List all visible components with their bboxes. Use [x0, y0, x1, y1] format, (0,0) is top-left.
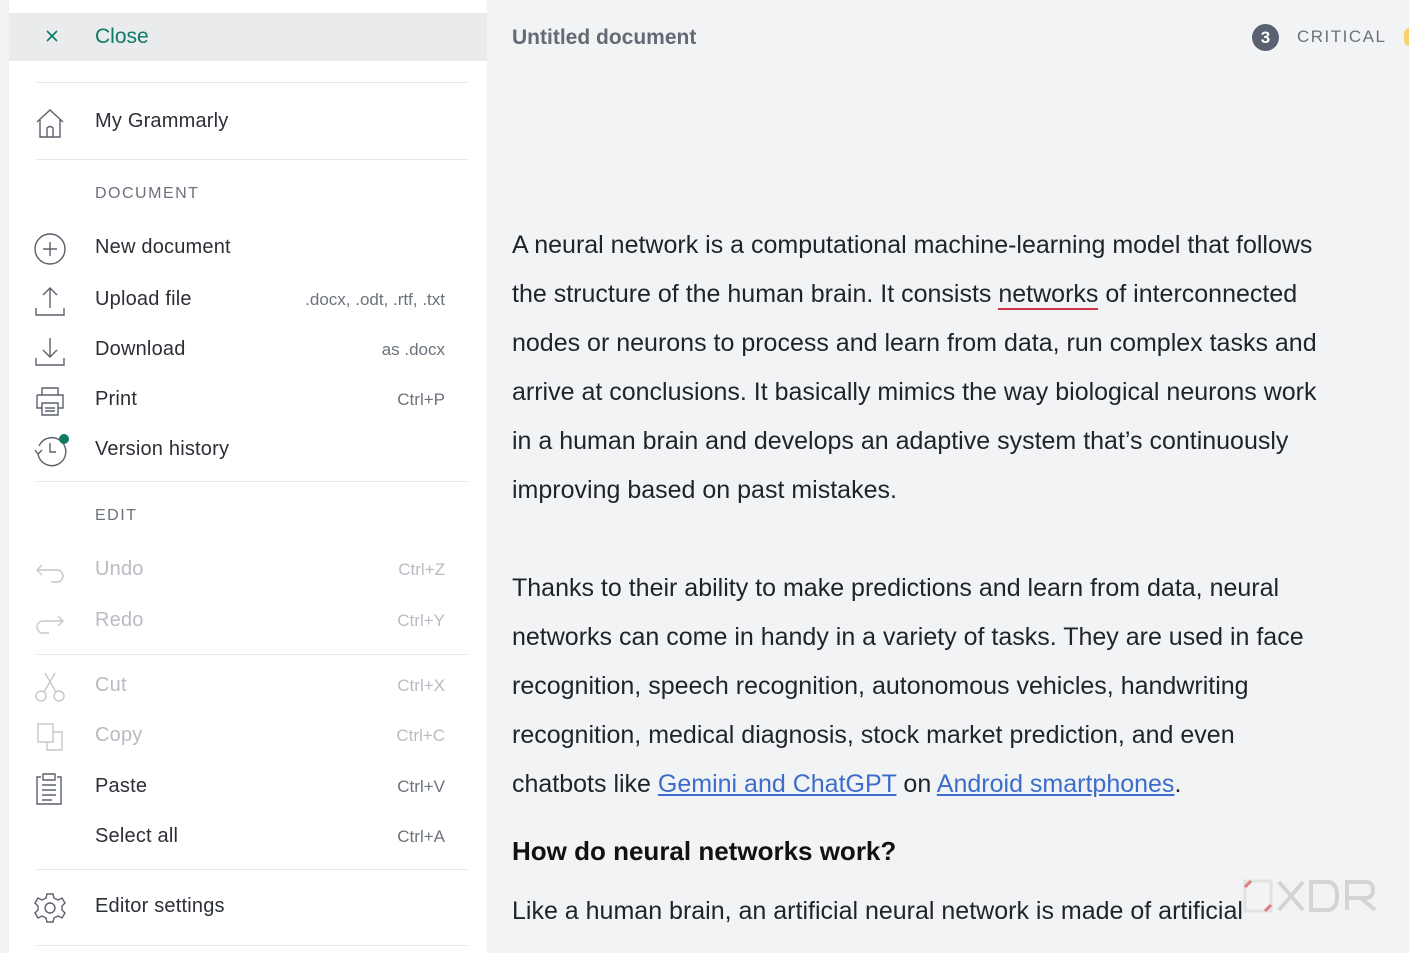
divider — [36, 481, 468, 482]
version-history-item[interactable]: Version history — [9, 428, 487, 472]
divider — [36, 159, 468, 160]
section-heading[interactable]: How do neural networks work? — [512, 836, 896, 867]
file-menu-panel: Close My Grammarly DOCUMENT New document… — [9, 0, 487, 953]
new-version-indicator — [59, 434, 69, 444]
document-editor[interactable]: Untitled document 3 CRITICAL A neural ne… — [487, 0, 1409, 953]
download-hint: as .docx — [381, 340, 445, 359]
link-gemini-chatgpt[interactable]: Gemini and ChatGPT — [658, 770, 897, 798]
text-segment: chatbots like — [512, 770, 658, 798]
select-all-label: Select all — [95, 825, 179, 847]
copy-hint: Ctrl+C — [396, 726, 445, 745]
print-item[interactable]: Print Ctrl+P — [9, 378, 487, 422]
section-edit-heading: EDIT — [95, 507, 138, 524]
editor-settings-label: Editor settings — [95, 895, 225, 917]
text-segment: of interconnected — [1098, 280, 1298, 308]
printer-icon — [36, 387, 64, 416]
text-line: improving based on past mistakes. — [512, 476, 897, 504]
my-grammarly-label: My Grammarly — [95, 110, 229, 132]
undo-item[interactable]: Undo Ctrl+Z — [9, 548, 487, 592]
text-segment: on — [896, 770, 937, 798]
text-line: recognition, speech recognition, autonom… — [512, 672, 1249, 700]
clipboard-icon — [36, 773, 62, 805]
copy-icon — [37, 723, 63, 751]
upload-file-hint: .docx, .odt, .rtf, .txt — [305, 290, 445, 309]
scissors-icon — [35, 672, 65, 702]
text-segment: . — [1174, 770, 1182, 798]
divider — [36, 945, 468, 946]
text-line: nodes or neurons to process and learn fr… — [512, 329, 1317, 357]
undo-hint: Ctrl+Z — [398, 560, 445, 579]
upload-icon — [35, 287, 65, 316]
divider — [36, 654, 468, 655]
download-icon — [35, 338, 65, 366]
close-menu-button[interactable]: Close — [9, 13, 487, 61]
undo-icon — [36, 564, 64, 583]
redo-item[interactable]: Redo Ctrl+Y — [9, 599, 487, 643]
new-document-label: New document — [95, 236, 231, 258]
cut-hint: Ctrl+X — [397, 676, 445, 695]
close-label: Close — [95, 25, 149, 48]
copy-label: Copy — [95, 724, 143, 746]
paragraph-2[interactable]: Thanks to their ability to make predicti… — [512, 564, 1409, 809]
spelling-error-highlight[interactable]: networks — [998, 280, 1099, 310]
upload-file-label: Upload file — [95, 288, 192, 310]
critical-count-badge[interactable]: 3 — [1252, 24, 1279, 51]
paragraph-1[interactable]: A neural network is a computational mach… — [512, 221, 1409, 515]
cut-item[interactable]: Cut Ctrl+X — [9, 664, 487, 708]
editor-settings-item[interactable]: Editor settings — [9, 885, 487, 929]
home-icon — [36, 109, 64, 138]
text-line: the structure of the human brain. It con… — [512, 270, 1409, 319]
version-history-label: Version history — [95, 438, 230, 460]
divider — [36, 869, 468, 870]
section-document-heading: DOCUMENT — [95, 185, 200, 202]
plus-circle-icon — [34, 233, 66, 265]
upload-file-item[interactable]: Upload file .docx, .odt, .rtf, .txt — [9, 278, 487, 322]
redo-icon — [36, 615, 64, 634]
close-icon — [46, 30, 58, 42]
text-line: Thanks to their ability to make predicti… — [512, 574, 1280, 602]
print-hint: Ctrl+P — [397, 390, 445, 409]
divider — [36, 82, 468, 83]
redo-label: Redo — [95, 609, 144, 631]
redo-hint: Ctrl+Y — [397, 611, 445, 630]
print-label: Print — [95, 388, 138, 410]
suggestion-indicator[interactable] — [1404, 28, 1409, 46]
download-item[interactable]: Download as .docx — [9, 328, 487, 372]
paste-label: Paste — [95, 775, 148, 797]
document-title[interactable]: Untitled document — [512, 26, 696, 50]
download-label: Download — [95, 338, 186, 360]
select-all-hint: Ctrl+A — [397, 827, 445, 846]
undo-label: Undo — [95, 558, 144, 580]
paste-hint: Ctrl+V — [397, 777, 445, 796]
copy-item[interactable]: Copy Ctrl+C — [9, 714, 487, 758]
text-line: A neural network is a computational mach… — [512, 231, 1313, 259]
watermark-logo — [1243, 879, 1377, 913]
text-line: recognition, medical diagnosis, stock ma… — [512, 721, 1235, 749]
text-line: in a human brain and develops an adaptiv… — [512, 427, 1289, 455]
select-all-item[interactable]: Select all Ctrl+A — [9, 815, 487, 859]
text-line: networks can come in handy in a variety … — [512, 623, 1304, 651]
my-grammarly-item[interactable]: My Grammarly — [9, 100, 487, 144]
text-line: arrive at conclusions. It basically mimi… — [512, 378, 1317, 406]
cut-label: Cut — [95, 674, 127, 696]
new-document-item[interactable]: New document — [9, 226, 487, 270]
text-line: chatbots like Gemini and ChatGPT on Andr… — [512, 760, 1409, 809]
gear-icon — [34, 893, 66, 923]
link-android-smartphones[interactable]: Android smartphones — [937, 770, 1175, 798]
critical-label[interactable]: CRITICAL — [1297, 27, 1386, 47]
paste-item[interactable]: Paste Ctrl+V — [9, 765, 487, 809]
text-segment: the structure of the human brain. It con… — [512, 280, 999, 308]
